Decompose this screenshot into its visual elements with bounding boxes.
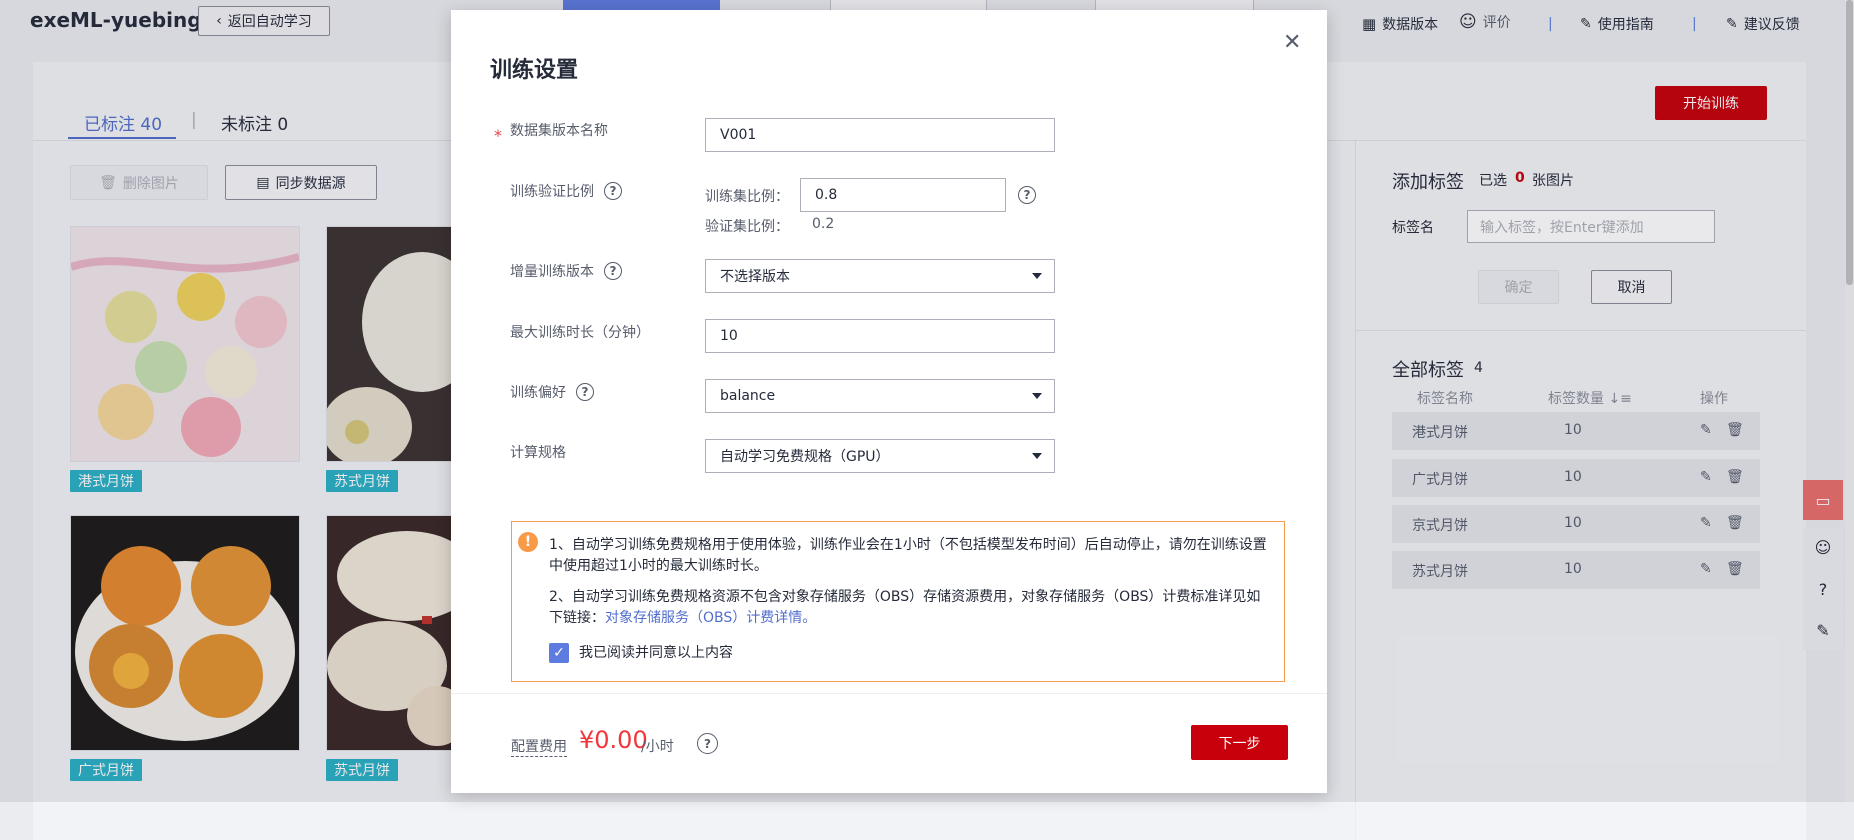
help-icon[interactable]: ? (697, 733, 718, 754)
dataset-version-input[interactable]: V001 (705, 118, 1055, 152)
incremental-version-select[interactable]: 不选择版本 (705, 259, 1055, 293)
notice-text-1: 1、自动学习训练免费规格用于使用体验，训练作业会在1小时（不包括模型发布时间）后… (549, 537, 1267, 574)
incremental-version-label-text: 增量训练版本 (510, 264, 594, 280)
agree-label: 我已阅读并同意以上内容 (579, 645, 733, 661)
compute-spec-select[interactable]: 自动学习免费规格（GPU） (705, 439, 1055, 473)
split-ratio-label-text: 训练验证比例 (510, 184, 594, 200)
required-mark: * (494, 126, 502, 145)
notice-text-2: 2、自动学习训练免费规格资源不包含对象存储服务（OBS）存储资源费用，对象存储服… (549, 587, 1273, 629)
chevron-down-icon (1032, 393, 1042, 399)
chevron-down-icon (1032, 453, 1042, 459)
train-ratio-label: 训练集比例： (705, 189, 789, 205)
chevron-down-icon (1032, 273, 1042, 279)
max-time-input[interactable]: 10 (705, 319, 1055, 353)
next-step-button[interactable]: 下一步 (1191, 725, 1288, 760)
preference-label: 训练偏好 ? (510, 382, 594, 402)
close-icon[interactable]: ✕ (1283, 30, 1301, 55)
max-time-label: 最大训练时长（分钟） (510, 325, 650, 341)
fee-unit: /小时 (641, 739, 674, 755)
agree-checkbox[interactable]: ✓ (549, 643, 569, 663)
dialog-title: 训练设置 (490, 58, 579, 83)
preference-select[interactable]: balance (705, 379, 1055, 413)
fee-value: ¥0.00 (579, 726, 648, 754)
obs-pricing-link[interactable]: 对象存储服务（OBS）计费详情。 (605, 610, 816, 626)
split-ratio-label: 训练验证比例 ? (510, 181, 622, 201)
compute-spec-value: 自动学习免费规格（GPU） (720, 449, 890, 465)
val-ratio-value: 0.2 (812, 216, 835, 232)
preference-value: balance (720, 388, 776, 404)
help-icon[interactable]: ? (604, 262, 622, 280)
help-icon[interactable]: ? (604, 182, 622, 200)
train-ratio-input[interactable]: 0.8 (800, 178, 1006, 212)
val-ratio-label: 验证集比例： (705, 219, 789, 235)
compute-spec-label: 计算规格 (510, 445, 566, 461)
preference-label-text: 训练偏好 (510, 385, 566, 401)
incremental-version-value: 不选择版本 (720, 269, 790, 285)
help-icon[interactable]: ? (1018, 186, 1036, 204)
incremental-version-label: 增量训练版本 ? (510, 261, 622, 281)
fee-label: 配置费用 (511, 736, 567, 757)
help-icon[interactable]: ? (576, 383, 594, 401)
warning-icon: ! (518, 532, 538, 552)
dataset-version-label: 数据集版本名称 (510, 123, 608, 139)
